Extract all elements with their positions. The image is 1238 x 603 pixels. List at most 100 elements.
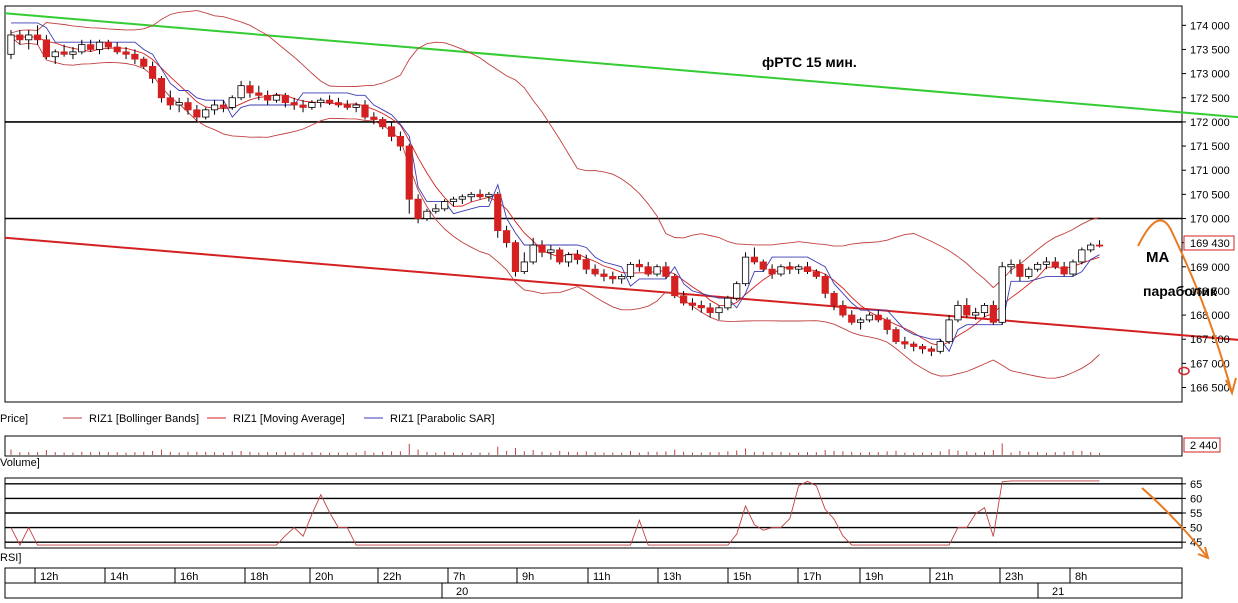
price-panel (4, 5, 1183, 403)
time-tick-label: 18h (250, 571, 268, 583)
candle (812, 271, 820, 277)
candle (662, 266, 670, 277)
price-tick-label: 170 500 (1190, 189, 1230, 201)
candle (1069, 261, 1077, 275)
candle (724, 297, 732, 309)
time-tick-label: 23h (1005, 571, 1023, 583)
candle (1016, 263, 1024, 277)
candle (352, 104, 360, 108)
candle (1034, 263, 1042, 270)
date-tick-label: 21 (1052, 586, 1064, 598)
time-tick-label: 11h (593, 571, 611, 583)
price-tick-label: 169 000 (1190, 262, 1230, 274)
price-tick-label: 171 500 (1190, 141, 1230, 153)
candle (768, 268, 776, 275)
legend-volume: Volume] (0, 457, 40, 469)
candle (874, 314, 882, 321)
price-y-ticks: 174 000 173 500 173 000 172 500 172 000 171 5… (1182, 20, 1230, 395)
candle (954, 305, 962, 321)
candle (573, 254, 582, 260)
price-tick-label: 171 000 (1190, 165, 1230, 177)
candle (830, 292, 838, 306)
price-tick-label: 172 500 (1190, 93, 1230, 105)
candle (458, 196, 466, 200)
time-tick-label: 13h (663, 571, 681, 583)
price-tick-label: 172 000 (1190, 117, 1230, 129)
price-tick-label: 167 500 (1190, 334, 1230, 346)
legend-rsi: RSI] (0, 552, 21, 564)
candle (910, 343, 918, 347)
time-tick-label: 21h (935, 571, 953, 583)
candle (485, 193, 493, 198)
candle (998, 266, 1006, 323)
rsi-tick-label: 65 (1190, 479, 1202, 491)
time-tick-label: 12h (40, 571, 58, 583)
candle (343, 104, 351, 108)
candle (290, 102, 298, 106)
candle (87, 44, 95, 50)
date-tick-label: 20 (456, 586, 468, 598)
sar-annotation: параболик (1143, 283, 1218, 299)
chart-title: фРТС 15 мин. (762, 54, 857, 70)
time-tick-label: 9h (522, 571, 534, 583)
candle (16, 34, 24, 41)
candle (210, 104, 219, 111)
candle (370, 116, 378, 120)
time-tick-label: 16h (180, 571, 198, 583)
price-tick-label: 173 500 (1190, 44, 1230, 56)
candle (148, 65, 157, 79)
candle (441, 201, 449, 210)
candle (980, 305, 989, 314)
candle (741, 256, 750, 285)
candle (184, 102, 192, 111)
candle (556, 249, 564, 263)
candle (1007, 263, 1015, 268)
candle (848, 314, 856, 323)
candle (140, 58, 148, 67)
candle (529, 244, 537, 263)
candle (122, 51, 130, 55)
candle (715, 307, 723, 314)
candle (69, 51, 77, 55)
candle (618, 276, 626, 280)
candle (1025, 268, 1033, 277)
candle (972, 312, 980, 316)
candle (414, 198, 422, 219)
candle (432, 208, 440, 212)
candle (361, 104, 369, 118)
candle (33, 34, 42, 41)
last-price-label: 169 430 (1190, 238, 1230, 250)
price-legend: Price] RIZ1 [Bollinger Bands] RIZ1 [Movi… (0, 413, 495, 425)
candle (945, 319, 953, 343)
candle (95, 41, 104, 50)
candle (511, 242, 520, 273)
candle (246, 85, 254, 94)
candle (795, 266, 803, 270)
candle (317, 99, 325, 103)
candle (131, 53, 139, 60)
rsi-tick-label: 55 (1190, 508, 1202, 520)
candle (264, 94, 272, 101)
candle (989, 305, 997, 323)
candle (193, 109, 201, 118)
legend-bollinger: RIZ1 [Bollinger Bands] (89, 413, 199, 425)
ma-annotation: MA (1146, 249, 1169, 266)
candle (918, 346, 927, 350)
time-tick-label: 17h (803, 571, 821, 583)
candle (697, 305, 705, 309)
price-tick-label: 166 500 (1190, 383, 1230, 395)
chart-canvas: 174 000 173 500 173 000 172 500 172 000 171 5… (0, 5, 1238, 599)
volume-panel (4, 435, 1183, 457)
rsi-tick-label: 50 (1190, 523, 1202, 535)
candle (538, 244, 546, 253)
candle (883, 319, 891, 330)
candle (777, 266, 785, 275)
candle (104, 41, 112, 48)
candle (759, 261, 767, 270)
candle (334, 102, 343, 106)
candle (325, 99, 334, 103)
candle (219, 104, 227, 108)
candle (547, 249, 555, 253)
candle (680, 295, 688, 304)
rsi-tick-label: 60 (1190, 493, 1202, 505)
